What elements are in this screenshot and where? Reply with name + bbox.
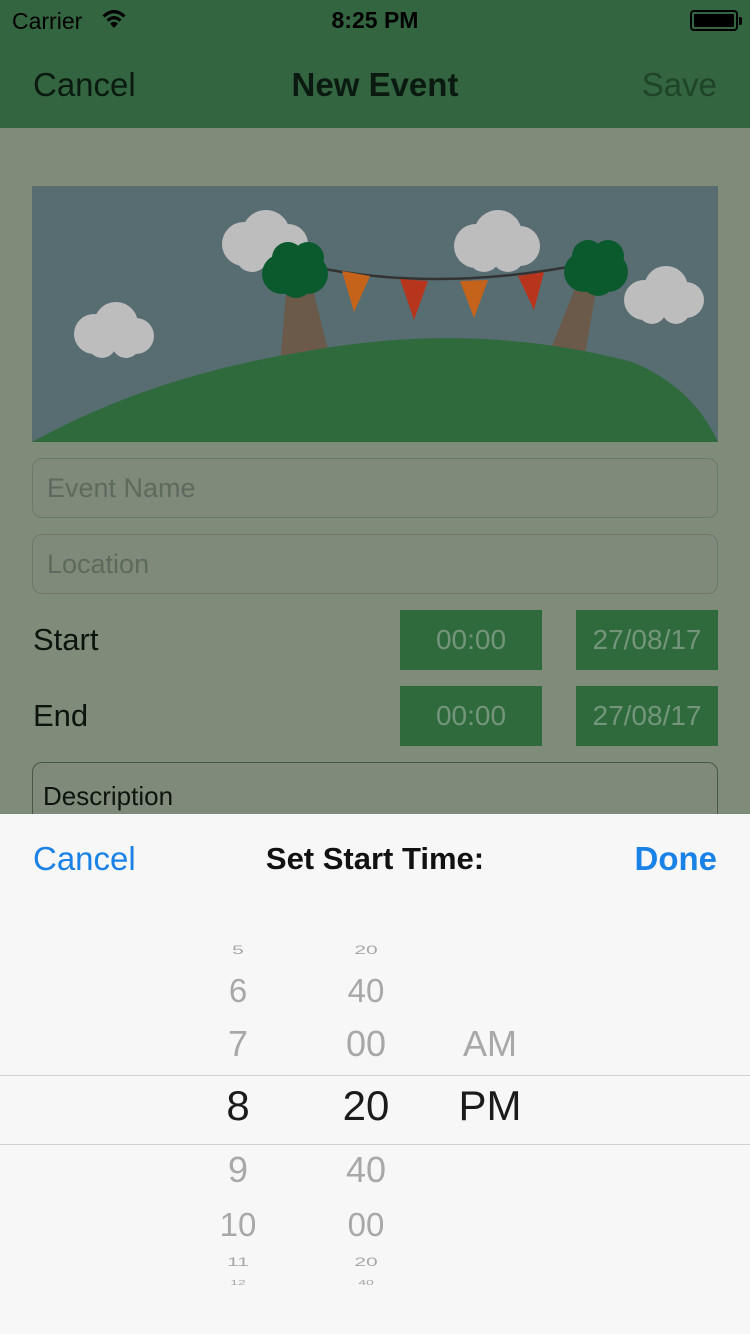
picker-done-button[interactable]: Done <box>635 840 718 878</box>
battery-icon <box>690 10 742 31</box>
minute-selected[interactable]: 20 <box>306 1085 426 1127</box>
event-name-input[interactable] <box>33 459 717 517</box>
minute-option[interactable]: 40 <box>306 1278 426 1286</box>
ampm-option[interactable]: AM <box>430 1026 550 1062</box>
hour-option[interactable]: 11 <box>178 1256 298 1268</box>
minute-option[interactable]: 40 <box>306 1152 426 1188</box>
status-time: 8:25 PM <box>331 7 419 33</box>
start-date-button[interactable]: 27/08/17 <box>576 610 718 670</box>
description-label: Description <box>43 781 174 811</box>
hour-option[interactable]: 10 <box>178 1208 298 1241</box>
nav-save-button[interactable]: Save <box>642 66 717 104</box>
minute-option[interactable]: 00 <box>306 1208 426 1241</box>
hour-wheel[interactable]: 456789101112 <box>178 934 298 1286</box>
hour-option[interactable]: 6 <box>178 974 298 1007</box>
event-banner-illustration <box>32 186 718 442</box>
nav-bar: Cancel New Event Save <box>0 40 750 128</box>
hour-option[interactable]: 5 <box>178 944 298 956</box>
ampm-selected[interactable]: PM <box>430 1085 550 1127</box>
minute-option[interactable]: 20 <box>306 944 426 956</box>
minute-option[interactable]: 40 <box>306 974 426 1007</box>
start-label: Start <box>33 622 99 657</box>
start-time-button[interactable]: 00:00 <box>400 610 542 670</box>
minute-option[interactable]: 20 <box>306 1256 426 1268</box>
time-picker[interactable]: 456789101112 002040002040002040 AMPM <box>0 934 750 1286</box>
minute-wheel[interactable]: 002040002040002040 <box>306 934 426 1286</box>
location-field[interactable] <box>32 534 718 594</box>
end-time-button[interactable]: 00:00 <box>400 686 542 746</box>
end-label: End <box>33 698 89 733</box>
location-input[interactable] <box>33 535 717 593</box>
nav-cancel-button[interactable]: Cancel <box>33 66 136 104</box>
hour-selected[interactable]: 8 <box>178 1085 298 1127</box>
picker-cancel-button[interactable]: Cancel <box>33 840 136 878</box>
hour-option[interactable]: 9 <box>178 1152 298 1188</box>
event-form: Start 00:00 27/08/17 End 00:00 27/08/17 … <box>0 128 750 842</box>
hour-option[interactable]: 7 <box>178 1026 298 1062</box>
ampm-wheel[interactable]: AM PM <box>430 934 550 1286</box>
hour-option[interactable]: 12 <box>178 1278 298 1286</box>
end-date-button[interactable]: 27/08/17 <box>576 686 718 746</box>
event-name-field[interactable] <box>32 458 718 518</box>
minute-option[interactable]: 00 <box>306 1026 426 1062</box>
status-bar: Carrier 8:25 PM <box>0 0 750 40</box>
time-picker-sheet: Cancel Set Start Time: Done 456789101112… <box>0 814 750 1334</box>
